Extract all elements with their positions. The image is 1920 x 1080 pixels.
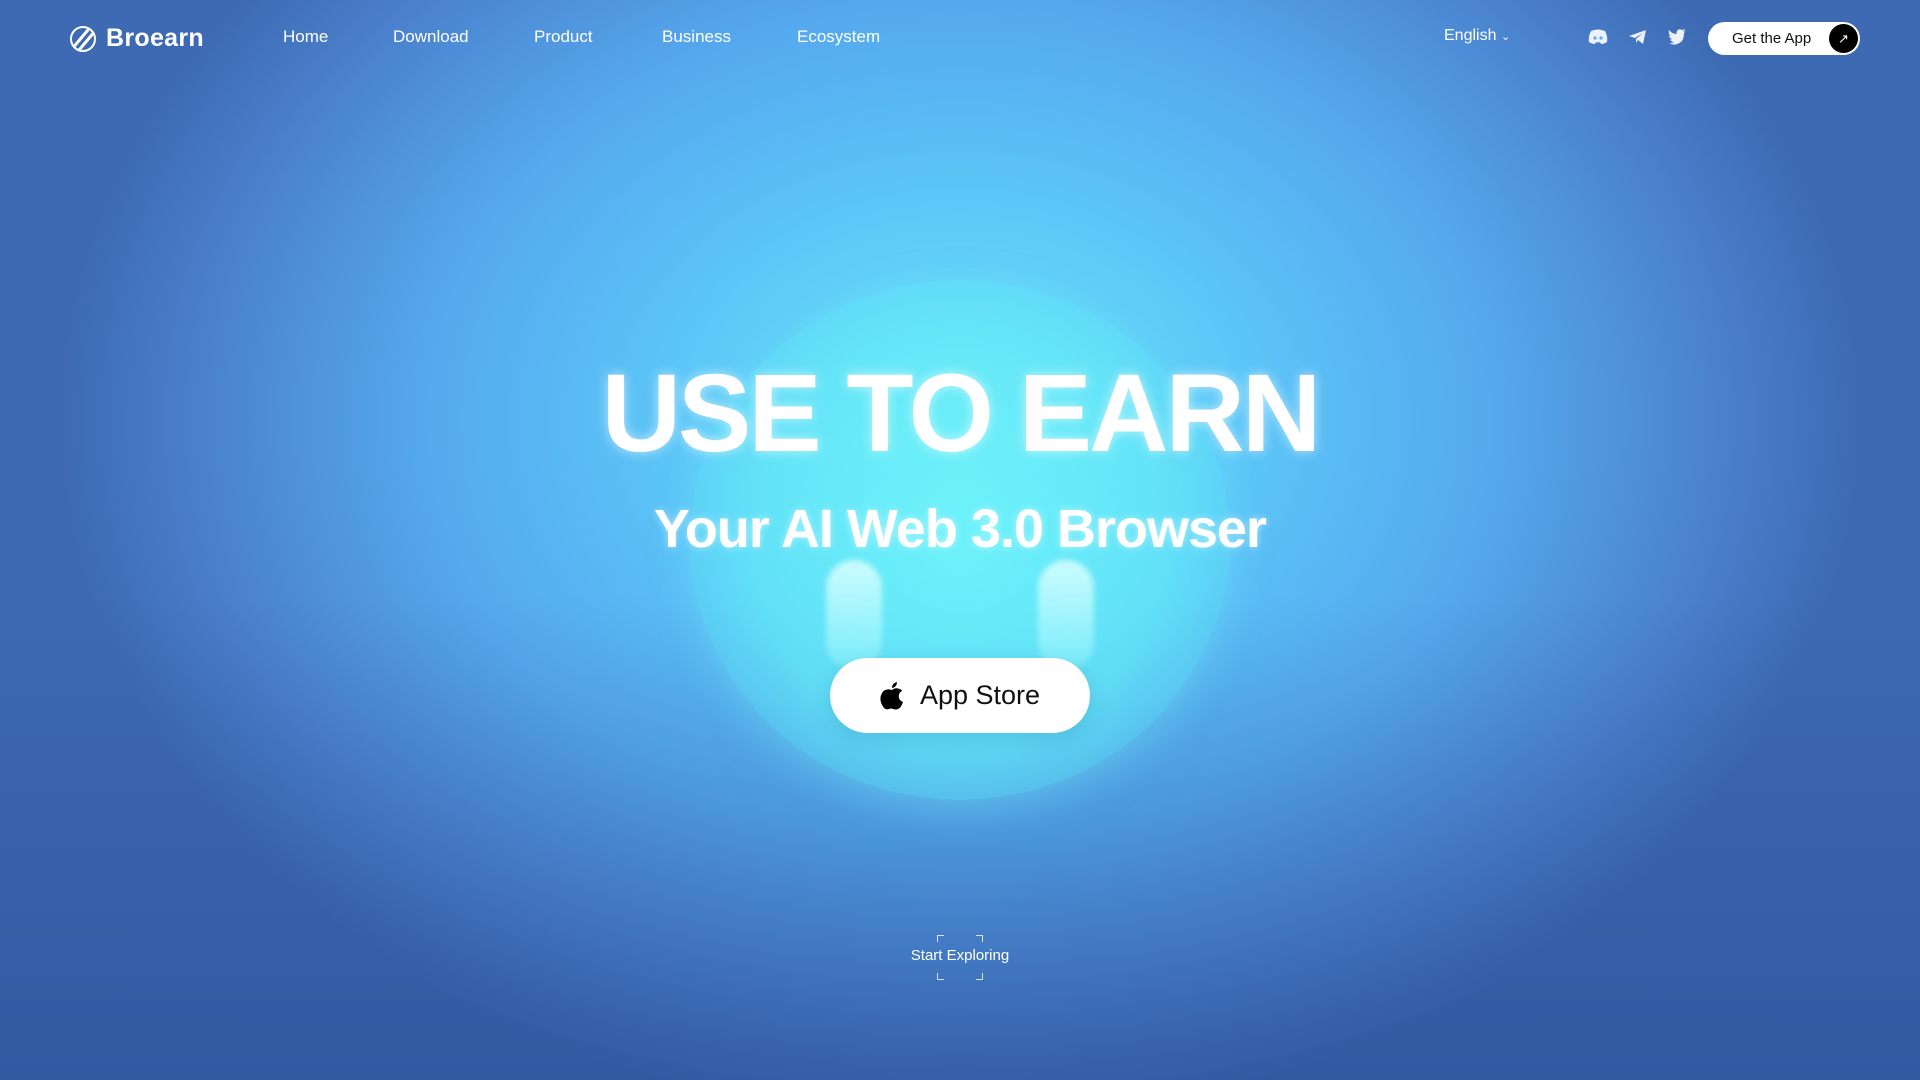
start-exploring-label: Start Exploring bbox=[910, 947, 1010, 964]
corner-bracket bbox=[976, 935, 983, 942]
nav-product[interactable]: Product bbox=[534, 27, 593, 47]
orb-eye-right bbox=[1038, 560, 1094, 670]
header: Broearn Home Download Product Business E… bbox=[0, 0, 1920, 75]
logo-icon bbox=[70, 25, 96, 52]
hero-title: USE TO EARN bbox=[601, 352, 1322, 475]
nav-home[interactable]: Home bbox=[283, 27, 328, 47]
corner-bracket bbox=[976, 973, 983, 980]
app-store-button[interactable]: App Store bbox=[830, 658, 1090, 733]
orb-eye-left bbox=[826, 560, 882, 670]
app-store-label: App Store bbox=[919, 680, 1041, 710]
corner-bracket bbox=[937, 973, 944, 980]
telegram-icon[interactable] bbox=[1627, 26, 1649, 48]
corner-bracket bbox=[937, 935, 944, 942]
get-the-app-label: Get the App bbox=[1732, 30, 1812, 47]
apple-icon bbox=[880, 681, 903, 709]
start-exploring-button[interactable]: Start Exploring bbox=[900, 932, 1020, 980]
brand-name: Broearn bbox=[106, 24, 204, 52]
twitter-icon[interactable] bbox=[1666, 26, 1688, 48]
language-label: English bbox=[1444, 27, 1497, 44]
arrow-up-right-icon: ↗ bbox=[1829, 24, 1858, 53]
get-the-app-button[interactable]: Get the App ↗ bbox=[1708, 22, 1860, 55]
nav-ecosystem[interactable]: Ecosystem bbox=[797, 27, 880, 47]
nav-download[interactable]: Download bbox=[393, 27, 469, 47]
chevron-down-icon: ⌄ bbox=[1500, 31, 1511, 43]
logo[interactable]: Broearn bbox=[70, 24, 204, 53]
nav-business[interactable]: Business bbox=[662, 27, 731, 47]
hero-subtitle: Your AI Web 3.0 Browser bbox=[653, 499, 1267, 559]
language-select[interactable]: English ⌄ bbox=[1444, 27, 1510, 45]
discord-icon[interactable] bbox=[1587, 26, 1609, 48]
